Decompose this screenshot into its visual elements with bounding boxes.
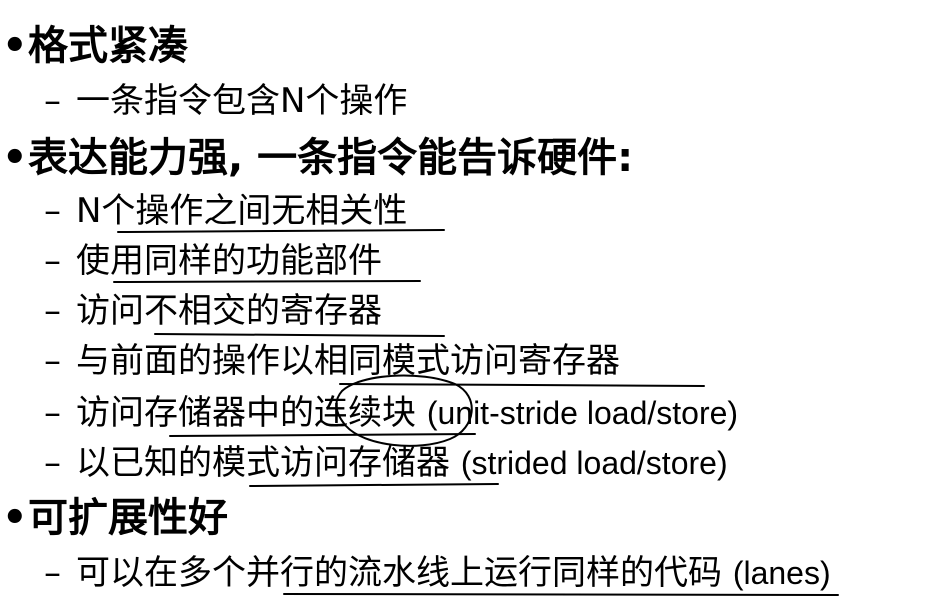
underline-stroke: [169, 433, 476, 437]
underline-stroke: [283, 593, 839, 596]
underline-stroke: [154, 333, 445, 337]
underline-stroke: [117, 229, 445, 233]
underline-stroke: [339, 383, 705, 387]
handwritten-annotations: [113, 229, 839, 596]
underline-stroke: [249, 483, 499, 487]
underline-stroke: [113, 280, 421, 283]
